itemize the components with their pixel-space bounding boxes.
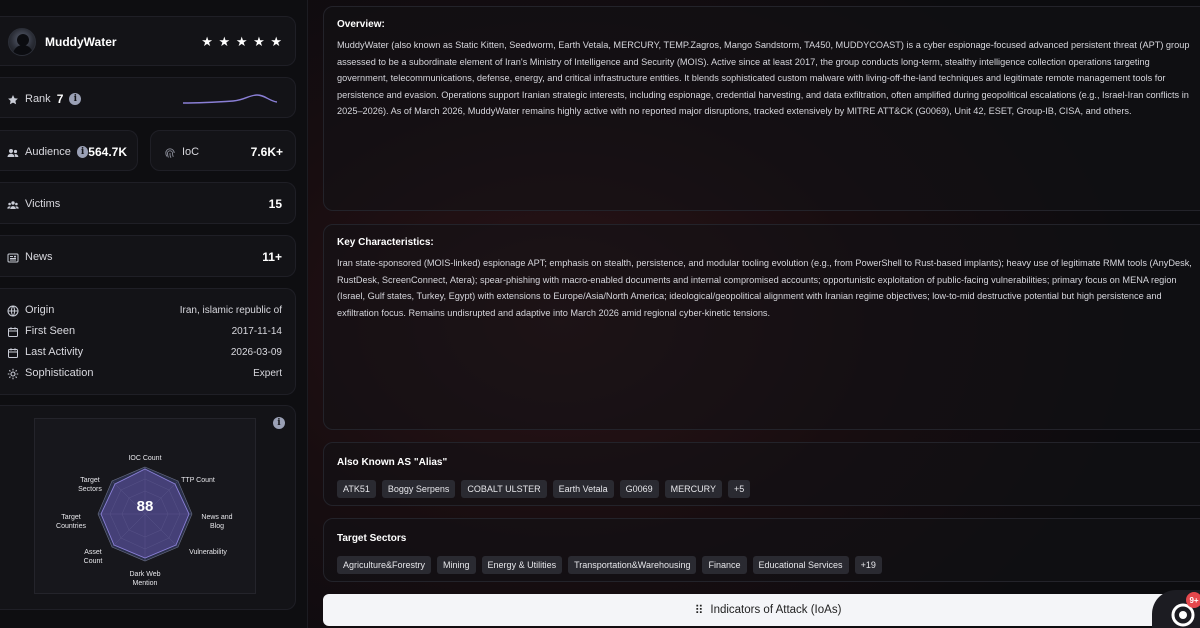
group-icon bbox=[7, 198, 19, 210]
ioc-value: 7.6K+ bbox=[250, 144, 283, 159]
sophistication-value: Expert bbox=[253, 367, 282, 379]
radar-score: 88 bbox=[136, 498, 154, 515]
alias-chip[interactable]: G0069 bbox=[619, 480, 659, 498]
rank-card: Rank 7 i bbox=[0, 77, 296, 118]
origin-value: Iran, islamic republic of bbox=[179, 304, 282, 316]
characteristics-title: Key Characteristics: bbox=[337, 237, 434, 248]
overview-text: MuddyWater (also known as Static Kitten,… bbox=[337, 40, 1190, 116]
alias-chip[interactable]: Earth Vetala bbox=[552, 480, 614, 498]
overview-title: Overview: bbox=[337, 19, 385, 30]
sector-chip[interactable]: Mining bbox=[437, 556, 476, 574]
radar-axis-label: News and Blog bbox=[201, 514, 233, 530]
drag-grip-icon: ⠿ bbox=[694, 603, 704, 617]
ioc-label: IoC bbox=[182, 145, 200, 158]
users-icon bbox=[7, 146, 19, 158]
first-seen-label: First Seen bbox=[25, 325, 76, 337]
audience-info-icon[interactable]: i bbox=[76, 145, 89, 158]
actor-header-card: MuddyWater ★ ★ ★ ★ ★ bbox=[0, 16, 296, 66]
audience-label: Audience bbox=[25, 145, 71, 158]
radar-axis-label: Vulnerability bbox=[189, 549, 227, 556]
calendar-icon bbox=[7, 325, 19, 337]
alias-more-chip[interactable]: +5 bbox=[728, 480, 751, 498]
sector-chip[interactable]: Finance bbox=[702, 556, 747, 574]
alias-chip[interactable]: MERCURY bbox=[664, 480, 723, 498]
sector-chip[interactable]: Educational Services bbox=[752, 556, 849, 574]
sectors-panel: Target Sectors Agriculture&Forestry Mini… bbox=[323, 518, 1200, 582]
cog-icon bbox=[7, 367, 19, 380]
rank-value: 7 bbox=[56, 91, 64, 106]
sectors-title: Target Sectors bbox=[337, 533, 407, 544]
victims-card: Victims 15 bbox=[0, 182, 296, 224]
chat-launcher-button[interactable]: 9+ bbox=[1152, 590, 1200, 628]
origin-label: Origin bbox=[25, 304, 55, 316]
radar-axis-label: Dark Web Mention bbox=[129, 571, 161, 587]
notification-badge: 9+ bbox=[1186, 592, 1200, 608]
characteristics-panel: Key Characteristics: Iran state-sponsore… bbox=[323, 224, 1200, 430]
rank-label: Rank bbox=[25, 92, 51, 105]
details-card: Origin Iran, islamic republic of First S… bbox=[0, 288, 296, 395]
sector-chip-list: Agriculture&Forestry Mining Energy & Uti… bbox=[337, 556, 1199, 574]
radar-axis-label: Target Countries bbox=[56, 514, 86, 530]
threat-radar-chart: 88 IOC Count TTP Count News and Blog Vul… bbox=[34, 418, 256, 594]
alias-title: Also Known AS "Alias" bbox=[337, 457, 448, 468]
sector-chip[interactable]: Transportation&Warehousing bbox=[568, 556, 697, 574]
ioc-card: IoC 7.6K+ bbox=[150, 130, 296, 171]
rank-info-icon[interactable]: i bbox=[69, 92, 82, 105]
calendar-icon bbox=[7, 346, 19, 358]
alias-chip[interactable]: COBALT ULSTER bbox=[461, 480, 547, 498]
sophistication-label: Sophistication bbox=[25, 367, 94, 379]
last-activity-value: 2026-03-09 bbox=[230, 346, 282, 358]
left-sidebar: MuddyWater ★ ★ ★ ★ ★ Rank 7 i Audience i… bbox=[0, 0, 308, 628]
sector-chip[interactable]: Energy & Utilities bbox=[481, 556, 563, 574]
audience-card: Audience i 564.7K bbox=[0, 130, 138, 171]
news-value: 11+ bbox=[262, 250, 282, 264]
last-activity-label: Last Activity bbox=[25, 346, 84, 358]
radar-axis-label: TTP Count bbox=[181, 477, 215, 484]
fingerprint-icon bbox=[164, 146, 176, 158]
newspaper-icon bbox=[7, 251, 19, 263]
radar-axis-label: Asset Count bbox=[83, 549, 103, 565]
indicators-of-attack-label: Indicators of Attack (IoAs) bbox=[710, 604, 842, 616]
actor-avatar bbox=[8, 28, 36, 56]
indicators-of-attack-button[interactable]: ⠿ Indicators of Attack (IoAs) bbox=[323, 594, 1200, 626]
radar-info-icon[interactable]: i bbox=[273, 417, 285, 429]
star-icon bbox=[7, 93, 19, 105]
rank-trend-sparkline bbox=[183, 93, 277, 104]
victims-value: 15 bbox=[268, 197, 282, 211]
news-card: News 11+ bbox=[0, 235, 296, 277]
radar-axis-label: IOC Count bbox=[128, 455, 162, 462]
globe-icon bbox=[7, 304, 19, 317]
alias-chip[interactable]: ATK51 bbox=[337, 480, 376, 498]
alias-panel: Also Known AS "Alias" ATK51 Boggy Serpen… bbox=[323, 442, 1200, 506]
characteristics-text: Iran state-sponsored (MOIS-linked) espio… bbox=[337, 258, 1192, 318]
first-seen-value: 2017-11-14 bbox=[231, 325, 282, 337]
victims-label: Victims bbox=[25, 198, 61, 210]
actor-name: MuddyWater bbox=[45, 35, 117, 49]
news-label: News bbox=[25, 251, 53, 263]
radar-axis-label: Target Sectors bbox=[78, 477, 102, 493]
sector-chip[interactable]: Agriculture&Forestry bbox=[337, 556, 432, 574]
rating-stars: ★ ★ ★ ★ ★ bbox=[201, 34, 283, 49]
sector-more-chip[interactable]: +19 bbox=[854, 556, 882, 574]
alias-chip[interactable]: Boggy Serpens bbox=[381, 480, 456, 498]
overview-panel: Overview: MuddyWater (also known as Stat… bbox=[323, 6, 1200, 211]
audience-value: 564.7K bbox=[88, 144, 127, 159]
alias-chip-list: ATK51 Boggy Serpens COBALT ULSTER Earth … bbox=[337, 480, 1199, 498]
